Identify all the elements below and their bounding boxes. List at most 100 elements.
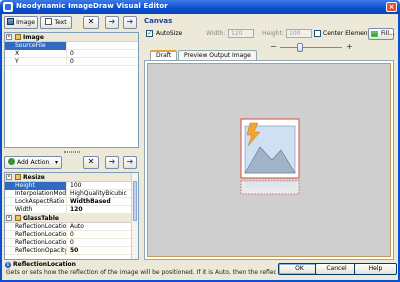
category-header[interactable]: - GlassTable (5, 214, 131, 223)
property-name: Width (5, 206, 67, 214)
property-row[interactable]: ReflectionLocationX 0 (5, 231, 131, 239)
property-name: ReflectionLocationX (5, 231, 67, 239)
property-name: InterpolationMode (5, 190, 67, 198)
collapse-icon[interactable]: - (6, 215, 12, 221)
property-name: ReflectionOpacity (5, 247, 67, 255)
property-value[interactable]: 0 (68, 231, 131, 239)
help-button[interactable]: Help (354, 263, 397, 275)
property-value[interactable] (68, 42, 138, 50)
add-text-label: Text (54, 19, 67, 26)
tab-draft[interactable]: Draft (150, 50, 178, 60)
width-label: Width: (206, 30, 226, 37)
property-name: SourceFile (5, 42, 67, 50)
view-tabs: Draft Preview Output Image (144, 50, 394, 60)
add-image-label: Image (16, 19, 35, 26)
elements-toolbar: Image Text ✕ ➔ ➔ (4, 16, 139, 30)
splitter-handle[interactable] (6, 150, 139, 155)
fill-icon (371, 31, 378, 37)
center-elements-checkbox[interactable] (314, 30, 321, 37)
category-label: Resize (23, 174, 45, 181)
property-row[interactable]: ReflectionLocation Auto (5, 223, 131, 231)
canvas-stage[interactable] (144, 60, 394, 260)
property-value[interactable]: 0 (68, 58, 138, 66)
canvas-area[interactable] (147, 63, 391, 257)
property-value[interactable]: 0 (68, 50, 138, 58)
arrow-right-icon: ➔ (108, 157, 116, 166)
add-image-button[interactable]: Image (4, 16, 38, 29)
left-panel: Image Text ✕ ➔ ➔ - Image SourceFile X 0 … (4, 16, 139, 261)
zoom-track[interactable] (280, 47, 342, 48)
glass-table-icon (15, 215, 21, 221)
property-name: X (5, 50, 67, 58)
scrollbar[interactable] (131, 173, 138, 259)
status-bar: i ReflectionLocation Gets or sets how th… (4, 261, 398, 278)
move-down-button[interactable]: ➔ (123, 16, 137, 29)
property-row[interactable]: ReflectionLocationY 0 (5, 239, 131, 247)
reflection-image (245, 182, 295, 188)
property-row[interactable]: InterpolationMode HighQualityBicubic (5, 190, 131, 198)
property-row[interactable]: SourceFile (5, 42, 138, 50)
property-row[interactable]: LockAspectRatio WidthBased (5, 198, 131, 206)
autosize-checkbox[interactable] (146, 29, 153, 37)
category-label: Image (23, 34, 44, 41)
category-label: GlassTable (23, 215, 59, 222)
action-down-button[interactable]: ➔ (123, 156, 137, 169)
delete-icon: ✕ (87, 17, 95, 26)
action-up-button[interactable]: ➔ (105, 156, 119, 169)
property-row[interactable]: X 0 (5, 50, 138, 58)
property-name: Height (5, 182, 67, 190)
property-row[interactable]: Y 0 (5, 58, 138, 66)
property-value[interactable]: 100 (68, 182, 131, 190)
arrow-right-icon: ➔ (126, 17, 134, 26)
tab-preview-output-image[interactable]: Preview Output Image (178, 50, 257, 60)
text-icon (45, 18, 53, 25)
app-icon (3, 2, 13, 12)
category-header[interactable]: - Image (5, 33, 138, 42)
property-row[interactable]: Width 120 (5, 206, 131, 214)
status-property-name: ReflectionLocation (13, 261, 76, 268)
property-value[interactable]: 50 (68, 247, 131, 255)
width-field[interactable]: 120 (228, 29, 254, 38)
close-button[interactable]: × (386, 2, 397, 12)
property-row[interactable]: ReflectionOpacity 50 (5, 247, 131, 255)
actions-toolbar: Add Action ▾ ✕ ➔ ➔ (4, 156, 139, 170)
property-value[interactable]: HighQualityBicubic (68, 190, 131, 198)
add-text-button[interactable]: Text (40, 16, 72, 29)
delete-element-button[interactable]: ✕ (83, 16, 99, 29)
cancel-button[interactable]: Cancel (315, 263, 358, 275)
fill-button[interactable]: Fill... (368, 28, 395, 40)
scrollbar-thumb[interactable] (133, 181, 137, 221)
property-value[interactable]: Auto (68, 223, 131, 231)
image-icon (7, 18, 15, 25)
add-action-label: Add Action (17, 159, 50, 166)
delete-action-button[interactable]: ✕ (83, 156, 99, 169)
collapse-icon[interactable]: - (6, 34, 12, 40)
image-icon (15, 34, 21, 40)
property-row[interactable]: Height 100 (5, 182, 131, 190)
resize-icon (15, 174, 21, 180)
property-value[interactable]: WidthBased (68, 198, 131, 206)
title-bar: Neodynamic ImageDraw Visual Editor × (0, 0, 400, 14)
arrow-right-icon: ➔ (126, 157, 134, 166)
property-name: ReflectionLocationY (5, 239, 67, 247)
canvas-panel: Canvas AutoSize Width: 120 Height: 100 C… (142, 16, 396, 261)
fill-label: Fill... (381, 30, 395, 37)
action-property-grid[interactable]: - Resize Height 100 InterpolationMode Hi… (4, 172, 139, 260)
property-value[interactable]: 0 (68, 239, 131, 247)
element-property-grid[interactable]: - Image SourceFile X 0 Y 0 (4, 32, 139, 148)
canvas-drawing (240, 118, 300, 195)
editor-window: Image Text ✕ ➔ ➔ - Image SourceFile X 0 … (0, 14, 400, 282)
move-up-button[interactable]: ➔ (105, 16, 119, 29)
delete-icon: ✕ (87, 157, 95, 166)
center-elements-label: Center Elements (323, 30, 374, 37)
height-field[interactable]: 100 (286, 29, 312, 38)
arrow-right-icon: ➔ (108, 17, 116, 26)
property-name: Y (5, 58, 67, 66)
chevron-down-icon: ▾ (54, 159, 58, 166)
category-header[interactable]: - Resize (5, 173, 131, 182)
autosize-label: AutoSize (156, 30, 183, 37)
add-action-button[interactable]: Add Action ▾ (4, 156, 62, 169)
collapse-icon[interactable]: - (6, 174, 12, 180)
height-label: Height: (262, 30, 284, 37)
property-value[interactable]: 120 (68, 206, 131, 214)
